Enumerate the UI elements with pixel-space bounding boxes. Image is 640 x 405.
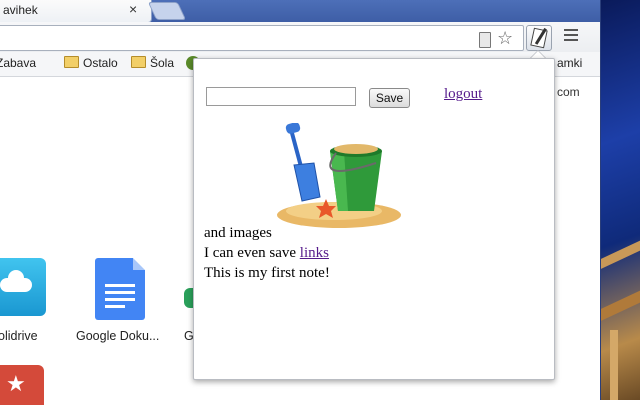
app-clouddrive[interactable] bbox=[0, 258, 46, 316]
popup-arrow bbox=[530, 50, 546, 58]
notes-popup: Save logout and images I can even save l… bbox=[193, 58, 555, 380]
desktop-decoration bbox=[600, 240, 640, 270]
tab-title: avihek bbox=[3, 3, 38, 17]
star-icon[interactable]: ☆ bbox=[497, 28, 513, 49]
app-google-docs[interactable] bbox=[95, 258, 145, 320]
browser-tab[interactable]: avihek × bbox=[0, 0, 152, 23]
app-label[interactable]: olidrive bbox=[0, 329, 38, 343]
notepad-icon bbox=[530, 27, 548, 49]
folder-icon bbox=[64, 56, 79, 68]
note-line-text: I can even save bbox=[204, 245, 300, 261]
desktop-decoration bbox=[610, 330, 618, 400]
bookmark-item-label[interactable]: amki bbox=[557, 56, 582, 70]
cloud-icon bbox=[0, 270, 32, 292]
page-icon[interactable] bbox=[479, 32, 491, 48]
app-red-star[interactable]: ★ bbox=[0, 365, 44, 405]
bookmark-item-label: Zabava bbox=[0, 56, 37, 70]
bookmark-item-label: Šola bbox=[150, 56, 175, 70]
toolbar: ☆ bbox=[0, 22, 600, 52]
note-line: and images bbox=[204, 225, 272, 241]
title-bar: avihek × bbox=[0, 0, 600, 23]
desktop-background bbox=[600, 0, 640, 400]
desktop-decoration bbox=[600, 290, 640, 322]
note-line: I can even save links bbox=[204, 245, 329, 262]
new-tab-button[interactable] bbox=[147, 2, 187, 20]
menu-icon[interactable] bbox=[564, 27, 578, 44]
notes-extension-button[interactable] bbox=[526, 25, 552, 51]
bookmark-item-label: Ostalo bbox=[83, 56, 118, 70]
star-icon: ★ bbox=[6, 371, 26, 396]
app-label[interactable]: Google Doku... bbox=[76, 329, 159, 343]
logout-link[interactable]: logout bbox=[444, 86, 482, 103]
note-input[interactable] bbox=[206, 87, 356, 106]
close-icon[interactable]: × bbox=[129, 1, 137, 17]
note-line: This is my first note! bbox=[204, 265, 330, 281]
bookmark-item-sola[interactable]: Šola bbox=[131, 56, 174, 70]
address-bar[interactable]: ☆ bbox=[0, 25, 524, 51]
bookmark-item-zabava[interactable]: Zabava bbox=[0, 56, 36, 70]
page-text-fragment: com bbox=[557, 85, 580, 99]
document-icon bbox=[133, 258, 145, 270]
save-button[interactable]: Save bbox=[369, 88, 410, 108]
beach-bucket-icon bbox=[277, 123, 401, 228]
note-link[interactable]: links bbox=[300, 245, 329, 261]
bookmark-item-ostalo[interactable]: Ostalo bbox=[64, 56, 118, 70]
folder-icon bbox=[131, 56, 146, 68]
